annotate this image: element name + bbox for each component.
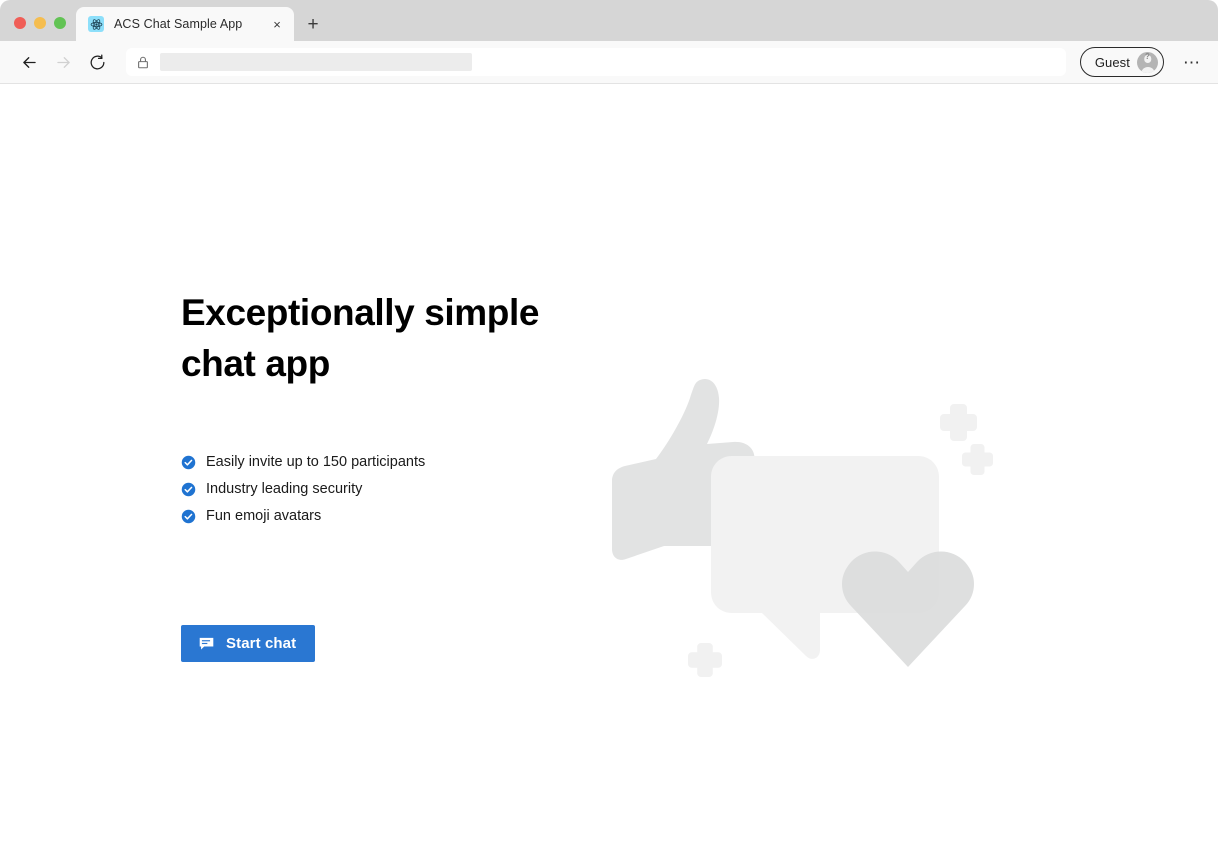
- address-bar[interactable]: [126, 48, 1066, 76]
- browser-window: ACS Chat Sample App × + Guest ? ⋯ Except…: [0, 0, 1218, 848]
- hero-text-column: Exceptionally simple chat app Easily inv…: [181, 287, 601, 662]
- window-close-button[interactable]: [14, 17, 26, 29]
- sparkle-plus-icon: [962, 444, 993, 475]
- start-chat-label: Start chat: [226, 635, 297, 652]
- tab-strip: ACS Chat Sample App × +: [0, 0, 1218, 41]
- back-arrow-icon[interactable]: [14, 47, 44, 77]
- list-item-label: Easily invite up to 150 participants: [206, 454, 426, 470]
- page-title-line-1: Exceptionally simple: [181, 292, 540, 333]
- lock-icon: [136, 55, 150, 70]
- page-title: Exceptionally simple chat app: [181, 287, 541, 389]
- feature-list: Easily invite up to 150 participants Ind…: [181, 452, 601, 526]
- start-chat-button[interactable]: Start chat: [181, 625, 316, 662]
- browser-tab[interactable]: ACS Chat Sample App ×: [76, 7, 294, 41]
- list-item-label: Fun emoji avatars: [206, 508, 322, 524]
- list-item: Fun emoji avatars: [181, 506, 601, 526]
- check-circle-icon: [181, 482, 196, 497]
- browser-toolbar: Guest ? ⋯: [0, 41, 1218, 84]
- close-icon[interactable]: ×: [268, 15, 286, 33]
- illustration-svg: [612, 378, 993, 677]
- hero-illustration: [596, 354, 1026, 714]
- profile-button[interactable]: Guest ?: [1079, 47, 1164, 77]
- guest-badge: ?: [1145, 51, 1150, 61]
- page-viewport: Exceptionally simple chat app Easily inv…: [0, 84, 1218, 847]
- list-item: Industry leading security: [181, 479, 601, 499]
- tab-title: ACS Chat Sample App: [114, 17, 243, 31]
- sparkle-plus-icon: [688, 643, 722, 677]
- check-circle-icon: [181, 509, 196, 524]
- chat-bubble-icon: [198, 635, 215, 652]
- page-title-line-2: chat app: [181, 343, 330, 384]
- forward-arrow-icon: [48, 47, 78, 77]
- browser-menu-button[interactable]: ⋯: [1178, 48, 1206, 76]
- sparkle-plus-icon: [940, 404, 977, 441]
- react-logo-icon: [88, 16, 104, 32]
- hero-section: Exceptionally simple chat app Easily inv…: [0, 84, 1218, 847]
- window-controls: [8, 17, 76, 41]
- window-minimize-button[interactable]: [34, 17, 46, 29]
- url-text-redacted: [160, 53, 472, 71]
- check-circle-icon: [181, 455, 196, 470]
- window-maximize-button[interactable]: [54, 17, 66, 29]
- guest-avatar-icon: ?: [1137, 51, 1158, 73]
- list-item: Easily invite up to 150 participants: [181, 452, 601, 472]
- profile-label: Guest: [1094, 54, 1130, 70]
- reload-icon[interactable]: [82, 47, 112, 77]
- list-item-label: Industry leading security: [206, 481, 363, 497]
- new-tab-button[interactable]: +: [296, 7, 330, 41]
